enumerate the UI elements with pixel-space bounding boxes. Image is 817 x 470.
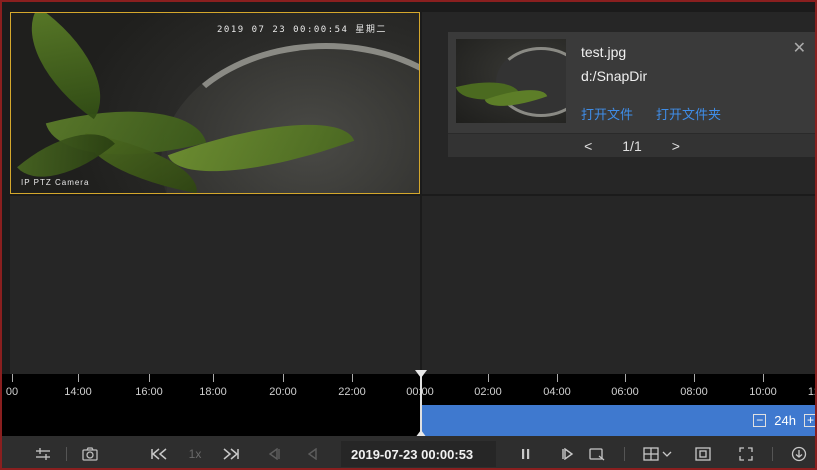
video-pane-3[interactable] (10, 196, 420, 374)
playhead[interactable] (420, 374, 422, 436)
layout-icon[interactable] (640, 436, 662, 468)
zoom-in-button[interactable]: + (804, 413, 815, 427)
tick-mark (149, 374, 150, 382)
timeline[interactable]: 00 14:00 16:00 18:00 20:00 22:00 00:00 0… (2, 370, 815, 438)
step-forward-icon[interactable] (558, 436, 578, 468)
forward-icon[interactable] (220, 436, 242, 468)
toolbar-divider (66, 447, 67, 461)
tick-label: 20:00 (269, 386, 297, 398)
step-back-icon[interactable] (264, 436, 284, 468)
close-icon[interactable]: ✕ (793, 38, 806, 58)
video-pane-4[interactable] (422, 196, 815, 374)
clip-icon[interactable] (586, 436, 608, 468)
tick-mark (694, 374, 695, 382)
tick-mark (213, 374, 214, 382)
tick-label: 02:00 (474, 386, 502, 398)
tick-label: 00 (5, 386, 19, 398)
filter-icon[interactable] (32, 436, 54, 468)
zoom-value: 24h (774, 412, 796, 428)
fit-window-icon[interactable] (692, 436, 714, 468)
speed-label: 1x (188, 447, 202, 461)
tick-label: 10:00 (749, 386, 777, 398)
zoom-out-button[interactable]: − (753, 413, 767, 427)
pause-icon[interactable] (516, 436, 536, 468)
fullscreen-icon[interactable] (735, 436, 757, 468)
open-file-link[interactable]: 打开文件 (581, 104, 633, 123)
tick-label: 06:00 (611, 386, 639, 398)
toolbar-divider (772, 447, 773, 461)
camera-feed-image: 2019 07 23 00:00:54 星期二 IP PTZ Camera (11, 13, 419, 193)
open-folder-link[interactable]: 打开文件夹 (656, 104, 721, 123)
tick-label: 16:00 (135, 386, 163, 398)
tick-label: 18:00 (199, 386, 227, 398)
tick-label: 04:00 (543, 386, 571, 398)
tick-label: 22:00 (338, 386, 366, 398)
tick-mark (625, 374, 626, 382)
prev-page-icon[interactable]: < (584, 138, 592, 154)
snapshot-icon[interactable] (79, 436, 101, 468)
snapshot-pager: < 1/1 > (448, 133, 815, 157)
snapshot-filename: test.jpg (581, 44, 627, 60)
snapshot-popup: test.jpg d:/SnapDir 打开文件 打开文件夹 ✕ < 1/1 > (448, 32, 815, 157)
tick-label: 14:00 (64, 386, 92, 398)
rewind-icon[interactable] (148, 436, 170, 468)
tick-mark (283, 374, 284, 382)
toolbar-divider (624, 447, 625, 461)
tick-mark (557, 374, 558, 382)
next-page-icon[interactable]: > (672, 138, 680, 154)
tick-mark (12, 374, 13, 382)
download-icon[interactable] (788, 436, 810, 468)
tick-label: 12 (807, 386, 815, 398)
video-pane-1[interactable]: 2019 07 23 00:00:54 星期二 IP PTZ Camera (10, 12, 420, 194)
playback-toolbar: 1x 2019-07-23 00:00:53 (2, 436, 815, 468)
snapshot-directory: d:/SnapDir (581, 68, 648, 84)
timeline-zoom-control: − 24h + (753, 409, 815, 431)
tick-mark (763, 374, 764, 382)
tick-label: 08:00 (680, 386, 708, 398)
page-indicator: 1/1 (622, 137, 642, 154)
video-timestamp: 2019 07 23 00:00:54 星期二 (217, 25, 387, 35)
tick-mark (78, 374, 79, 382)
playback-window: 2019 07 23 00:00:54 星期二 IP PTZ Camera te… (0, 0, 817, 470)
chevron-down-icon[interactable] (660, 436, 674, 468)
reverse-play-icon[interactable] (302, 436, 322, 468)
feed-leaf (11, 13, 129, 120)
tick-mark (488, 374, 489, 382)
playhead-top-handle[interactable] (415, 370, 427, 378)
camera-label: IP PTZ Camera (21, 178, 90, 187)
snapshot-thumbnail[interactable] (456, 39, 566, 123)
current-datetime[interactable]: 2019-07-23 00:00:53 (351, 436, 473, 468)
tick-mark (352, 374, 353, 382)
